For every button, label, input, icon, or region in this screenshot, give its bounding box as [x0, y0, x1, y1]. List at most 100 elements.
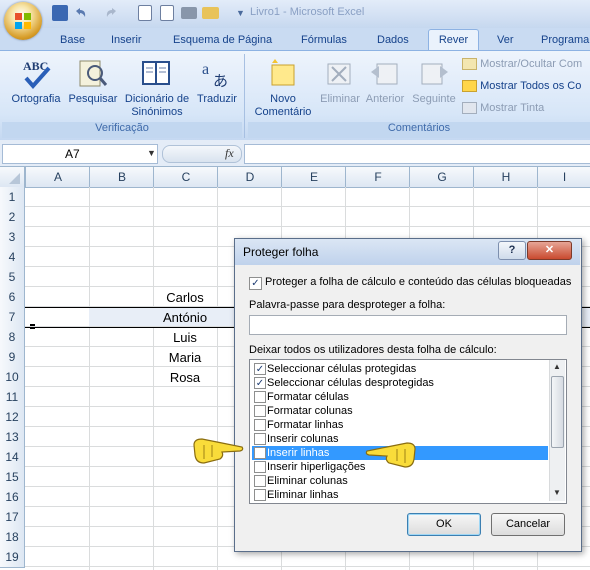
pointing-hand-icon [193, 438, 244, 464]
tab-rever[interactable]: Rever [428, 29, 479, 52]
tab-formulas[interactable]: Fórmulas [301, 31, 347, 50]
row-header-19[interactable]: 19 [0, 547, 25, 568]
permission-checkbox[interactable] [254, 461, 266, 473]
new-comment-button[interactable]: Novo Comentário [250, 56, 316, 120]
select-all-button[interactable] [0, 167, 25, 187]
help-icon: ? [508, 244, 516, 256]
column-header-b[interactable]: B [89, 167, 154, 187]
row-header-14[interactable]: 14 [0, 447, 25, 468]
scroll-down-icon[interactable]: ▼ [553, 488, 561, 497]
redo-icon[interactable] [104, 5, 120, 21]
permission-checkbox[interactable] [254, 391, 266, 403]
row-header-3[interactable]: 3 [0, 227, 25, 248]
translate-icon: a あ [202, 61, 228, 90]
print-preview-icon[interactable] [138, 5, 152, 21]
delete-comment-button[interactable]: Eliminar [316, 56, 364, 116]
list-item[interactable]: Formatar linhas [252, 418, 548, 432]
permission-checkbox[interactable] [254, 447, 266, 459]
customize-qat-icon[interactable]: ▼ [236, 8, 245, 18]
row-header-18[interactable]: 18 [0, 527, 25, 548]
open-folder-icon[interactable] [202, 7, 219, 19]
tab-programador[interactable]: Programa [541, 31, 589, 50]
tab-base[interactable]: Base [60, 31, 85, 50]
protect-sheet-checkbox-row[interactable]: ✓ Proteger a folha de cálculo e conteúdo… [249, 276, 579, 290]
show-all-comments-button[interactable]: Mostrar Todos os Co [462, 80, 590, 94]
column-header-f[interactable]: F [345, 167, 410, 187]
list-item[interactable]: ✓ Seleccionar células desprotegidas [252, 376, 548, 390]
name-box[interactable]: A7 ▼ [2, 144, 158, 164]
list-item[interactable]: Eliminar linhas [252, 488, 548, 502]
row-header-1[interactable]: 1 [0, 187, 25, 208]
cancel-button[interactable]: Cancelar [491, 513, 565, 536]
next-comment-button[interactable]: Seguinte [409, 56, 459, 116]
cell-c8[interactable]: Luis [153, 328, 217, 348]
permission-checkbox[interactable] [254, 405, 266, 417]
row-header-7[interactable]: 7 [0, 307, 25, 328]
delete-comment-icon [327, 63, 351, 85]
row-header-16[interactable]: 16 [0, 487, 25, 508]
undo-icon[interactable] [72, 5, 88, 21]
show-ink-button[interactable]: Mostrar Tinta [462, 102, 590, 116]
row-header-4[interactable]: 4 [0, 247, 25, 268]
tab-dados[interactable]: Dados [377, 31, 409, 50]
permission-checkbox[interactable] [254, 419, 266, 431]
new-document-icon[interactable] [160, 5, 174, 21]
row-header-5[interactable]: 5 [0, 267, 25, 288]
row-header-9[interactable]: 9 [0, 347, 25, 368]
show-hide-comment-button[interactable]: Mostrar/Ocultar Com [462, 58, 590, 72]
column-header-a[interactable]: A [25, 167, 90, 187]
close-button[interactable]: ✕ [527, 241, 572, 260]
column-header-h[interactable]: H [473, 167, 538, 187]
tab-esquema-pagina[interactable]: Esquema de Página [173, 31, 272, 50]
column-header-i[interactable]: I [537, 167, 590, 187]
permission-checkbox[interactable]: ✓ [254, 377, 266, 389]
permission-checkbox[interactable]: ✓ [254, 363, 266, 375]
row-header-6[interactable]: 6 [0, 287, 25, 308]
scroll-thumb[interactable] [551, 376, 564, 448]
column-header-d[interactable]: D [217, 167, 282, 187]
row-header-13[interactable]: 13 [0, 427, 25, 448]
translate-button[interactable]: a あ Traduzir [195, 56, 239, 116]
permission-checkbox[interactable] [254, 489, 266, 501]
list-item[interactable]: Eliminar colunas [252, 474, 548, 488]
thesaurus-button[interactable]: Dicionário de Sinónimos [120, 56, 194, 120]
scroll-up-icon[interactable]: ▲ [553, 362, 561, 371]
cell-c7[interactable]: António [153, 308, 217, 328]
print-icon[interactable] [181, 7, 197, 19]
list-item[interactable]: Formatar células [252, 390, 548, 404]
previous-comment-button[interactable]: Anterior [363, 56, 407, 116]
protect-sheet-checkbox[interactable]: ✓ [249, 277, 262, 290]
row-header-17[interactable]: 17 [0, 507, 25, 528]
tab-ver[interactable]: Ver [497, 31, 514, 50]
permission-checkbox[interactable] [254, 433, 266, 445]
save-icon[interactable] [52, 5, 68, 21]
spelling-button[interactable]: ABC Ortografia [6, 56, 66, 116]
row-header-15[interactable]: 15 [0, 467, 25, 488]
cell-c10[interactable]: Rosa [153, 368, 217, 388]
row-header-8[interactable]: 8 [0, 327, 25, 348]
list-item[interactable]: Formatar colunas [252, 404, 548, 418]
ok-button[interactable]: OK [407, 513, 481, 536]
help-button[interactable]: ? [498, 241, 526, 260]
cell-c9[interactable]: Maria [153, 348, 217, 368]
column-header-c[interactable]: C [153, 167, 218, 187]
row-header-11[interactable]: 11 [0, 387, 25, 408]
column-header-e[interactable]: E [281, 167, 346, 187]
cell-c6[interactable]: Carlos [153, 288, 217, 308]
password-field[interactable] [249, 315, 567, 335]
row-header-10[interactable]: 10 [0, 367, 25, 388]
office-button[interactable] [4, 2, 42, 40]
show-all-comments-icon [462, 80, 477, 93]
list-item[interactable]: ✓ Seleccionar células protegidas [252, 362, 548, 376]
name-box-dropdown-icon[interactable]: ▼ [147, 148, 156, 158]
tab-inserir[interactable]: Inserir [111, 31, 142, 50]
formula-input[interactable] [244, 144, 590, 164]
gridline [89, 187, 90, 570]
permission-checkbox[interactable] [254, 475, 266, 487]
row-header-12[interactable]: 12 [0, 407, 25, 428]
column-header-g[interactable]: G [409, 167, 474, 187]
insert-function-icon[interactable]: fx [225, 146, 234, 161]
research-button[interactable]: Pesquisar [67, 56, 119, 116]
row-header-2[interactable]: 2 [0, 207, 25, 228]
list-scrollbar[interactable]: ▲ ▼ [549, 360, 565, 501]
